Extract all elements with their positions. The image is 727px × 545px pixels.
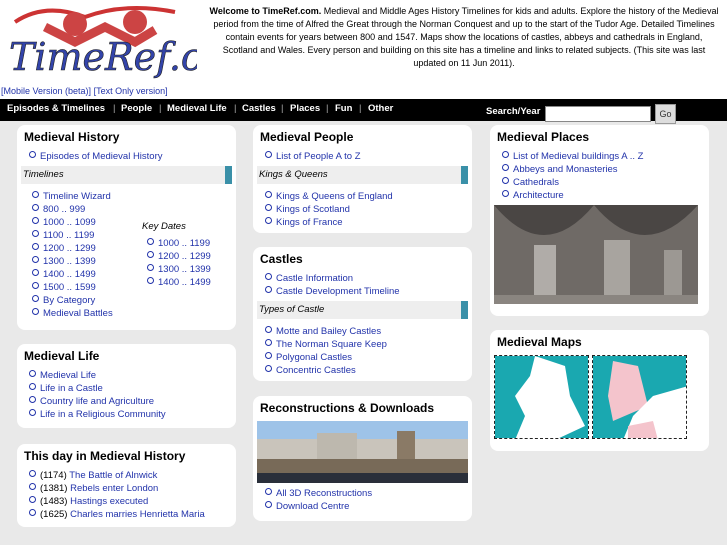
life-link[interactable]: Medieval Life bbox=[21, 369, 232, 382]
panel-title: Medieval Places bbox=[497, 130, 590, 144]
cathedral-interior-image[interactable] bbox=[494, 205, 698, 304]
kings-queens-subheader: Kings & Queens bbox=[257, 166, 468, 184]
kings-link[interactable]: Kings & Queens of England bbox=[257, 190, 468, 203]
kings-link[interactable]: Kings of Scotland bbox=[257, 203, 468, 216]
medieval-history-panel: Medieval History Episodes of Medieval Hi… bbox=[17, 125, 236, 330]
recon-link[interactable]: All 3D Reconstructions bbox=[257, 487, 468, 500]
castles-panel: Castles Castle Information Castle Develop… bbox=[253, 247, 472, 381]
nav-medieval-life[interactable]: Medieval Life bbox=[167, 103, 227, 114]
panel-title: Medieval People bbox=[260, 130, 354, 144]
event-link[interactable]: The Battle of Alnwick bbox=[69, 470, 157, 481]
panel-title: This day in Medieval History bbox=[24, 449, 186, 463]
timeline-link[interactable]: By Category bbox=[24, 294, 232, 307]
castle-type-link[interactable]: The Norman Square Keep bbox=[257, 338, 468, 351]
nav-castles[interactable]: Castles bbox=[242, 103, 276, 114]
header: TimeRef.com Welcome to TimeRef.com. Medi… bbox=[0, 0, 727, 99]
places-link[interactable]: Cathedrals bbox=[494, 176, 705, 189]
event-year: (1483) bbox=[40, 496, 68, 507]
key-date-link[interactable]: 1300 .. 1399 bbox=[139, 263, 211, 276]
mobile-version-link[interactable]: [Mobile Version (beta)] bbox=[1, 86, 91, 96]
places-link[interactable]: List of Medieval buildings A .. Z bbox=[494, 150, 705, 163]
france-map-image[interactable] bbox=[592, 355, 687, 439]
this-day-item: (1483) Hastings executed bbox=[21, 495, 232, 508]
life-link[interactable]: Country life and Agriculture bbox=[21, 395, 232, 408]
nav-places[interactable]: Places bbox=[290, 103, 320, 114]
reconstruction-image[interactable] bbox=[257, 421, 468, 483]
medieval-places-panel: Medieval Places List of Medieval buildin… bbox=[490, 125, 709, 316]
castle-type-link[interactable]: Polygonal Castles bbox=[257, 351, 468, 364]
timeline-link[interactable]: 1000 .. 1099 bbox=[24, 216, 232, 229]
episodes-link[interactable]: Episodes of Medieval History bbox=[21, 150, 232, 163]
search-label: Search/Year bbox=[486, 106, 541, 117]
event-year: (1174) bbox=[40, 470, 67, 481]
reconstructions-panel: Reconstructions & Downloads All 3D Recon… bbox=[253, 396, 472, 521]
event-link[interactable]: Hastings executed bbox=[70, 496, 148, 507]
this-day-item: (1174) The Battle of Alnwick bbox=[21, 469, 232, 482]
nav-fun[interactable]: Fun bbox=[335, 103, 352, 114]
search-input[interactable] bbox=[545, 106, 651, 122]
castle-type-link[interactable]: Motte and Bailey Castles bbox=[257, 325, 468, 338]
key-date-link[interactable]: 1200 .. 1299 bbox=[139, 250, 211, 263]
castle-link[interactable]: Castle Development Timeline bbox=[257, 285, 468, 298]
nav-people[interactable]: People bbox=[121, 103, 152, 114]
this-day-item: (1381) Rebels enter London bbox=[21, 482, 232, 495]
key-dates-label: Key Dates bbox=[142, 221, 186, 232]
places-link[interactable]: Architecture bbox=[494, 189, 705, 202]
this-day-item: (1625) Charles marries Henrietta Maria bbox=[21, 508, 232, 521]
england-map-image[interactable] bbox=[494, 355, 589, 439]
panel-title: Reconstructions & Downloads bbox=[260, 401, 435, 415]
key-date-link[interactable]: 1000 .. 1199 bbox=[139, 237, 211, 250]
life-link[interactable]: Life in a Castle bbox=[21, 382, 232, 395]
event-link[interactable]: Rebels enter London bbox=[70, 483, 158, 494]
event-link[interactable]: Charles marries Henrietta Maria bbox=[70, 509, 205, 520]
places-link[interactable]: Abbeys and Monasteries bbox=[494, 163, 705, 176]
welcome-bold: Welcome to TimeRef.com. bbox=[209, 6, 322, 16]
svg-text:TimeRef.com: TimeRef.com bbox=[9, 35, 197, 79]
panel-title: Castles bbox=[260, 252, 303, 266]
timeref-logo[interactable]: TimeRef.com bbox=[5, 2, 197, 82]
event-year: (1625) bbox=[40, 509, 68, 520]
castle-link[interactable]: Castle Information bbox=[257, 272, 468, 285]
welcome-text: Welcome to TimeRef.com. Medieval and Mid… bbox=[208, 5, 720, 70]
event-year: (1381) bbox=[40, 483, 68, 494]
medieval-people-panel: Medieval People List of People A to Z Ki… bbox=[253, 125, 472, 233]
go-button[interactable]: Go bbox=[655, 104, 676, 124]
people-a-z-link[interactable]: List of People A to Z bbox=[257, 150, 468, 163]
life-link[interactable]: Life in a Religious Community bbox=[21, 408, 232, 421]
this-day-panel: This day in Medieval History (1174) The B… bbox=[17, 444, 236, 527]
kings-link[interactable]: Kings of France bbox=[257, 216, 468, 229]
panel-title: Medieval Maps bbox=[497, 335, 582, 349]
panel-title: Medieval Life bbox=[24, 349, 100, 363]
text-only-link[interactable]: [Text Only version] bbox=[94, 86, 168, 96]
recon-link[interactable]: Download Centre bbox=[257, 500, 468, 513]
types-of-castle-subheader: Types of Castle bbox=[257, 301, 468, 319]
medieval-maps-panel: Medieval Maps bbox=[490, 330, 709, 451]
medieval-life-panel: Medieval Life Medieval Life Life in a Cast… bbox=[17, 344, 236, 428]
timeline-link[interactable]: Medieval Battles bbox=[24, 307, 232, 320]
nav-episodes[interactable]: Episodes & Timelines bbox=[7, 103, 105, 114]
castle-type-link[interactable]: Concentric Castles bbox=[257, 364, 468, 377]
timeline-link[interactable]: Timeline Wizard bbox=[24, 190, 232, 203]
nav-other[interactable]: Other bbox=[368, 103, 393, 114]
timelines-subheader: Timelines bbox=[21, 166, 232, 184]
timeline-link[interactable]: 800 .. 999 bbox=[24, 203, 232, 216]
panel-title: Medieval History bbox=[24, 130, 120, 144]
key-date-link[interactable]: 1400 .. 1499 bbox=[139, 276, 211, 289]
